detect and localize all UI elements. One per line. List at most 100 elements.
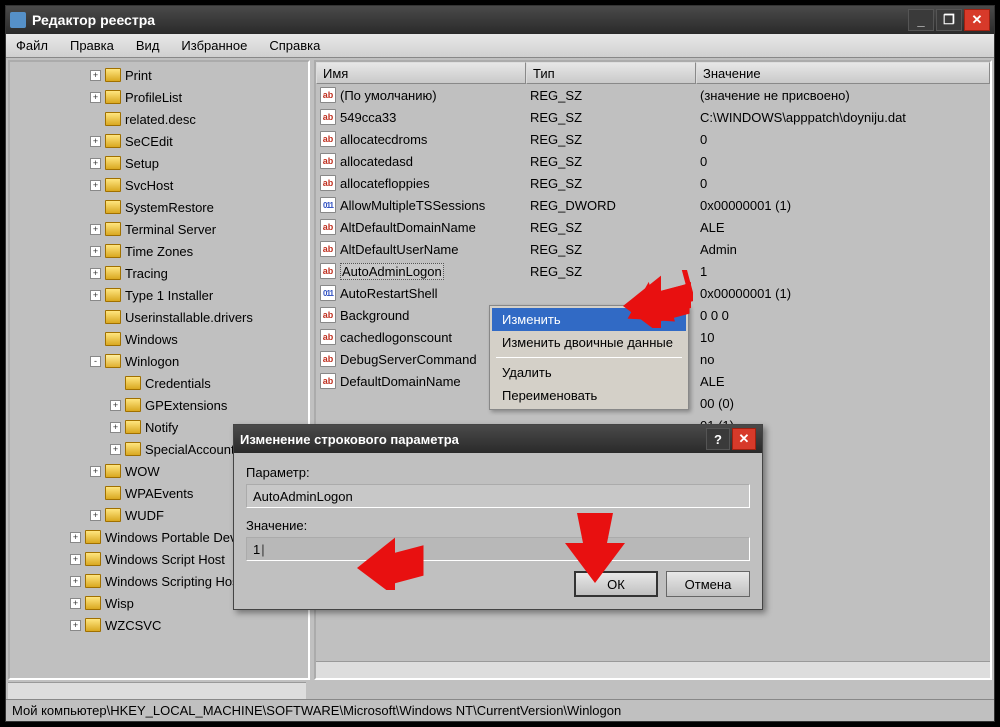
tree-item[interactable]: SystemRestore (10, 196, 308, 218)
tree-item[interactable]: +SeCEdit (10, 130, 308, 152)
tree-item[interactable]: +ProfileList (10, 86, 308, 108)
expand-icon[interactable]: + (90, 158, 101, 169)
col-value[interactable]: Значение (696, 62, 990, 84)
list-row[interactable]: abAltDefaultUserNameREG_SZAdmin (316, 238, 990, 260)
expand-icon[interactable]: + (70, 532, 81, 543)
string-value-icon: ab (320, 131, 336, 147)
tree-item[interactable]: + Setup (10, 152, 308, 174)
list-row[interactable]: 011AutoRestartShell0x00000001 (1) (316, 282, 990, 304)
row-value: Admin (696, 242, 990, 257)
expand-icon[interactable]: + (90, 268, 101, 279)
ctx-delete[interactable]: Удалить (492, 361, 686, 384)
tree-item-label: Userinstallable.drivers (125, 310, 253, 325)
expand-icon[interactable]: + (90, 246, 101, 257)
tree-item-label: related.desc (125, 112, 196, 127)
expand-icon[interactable]: + (70, 620, 81, 631)
tree-item[interactable]: Userinstallable.drivers (10, 306, 308, 328)
expand-icon[interactable]: + (90, 136, 101, 147)
expand-icon[interactable]: + (90, 180, 101, 191)
row-name: AltDefaultDomainName (340, 220, 476, 235)
tree-item-label: WZCSVC (105, 618, 161, 633)
tree-item[interactable]: related.desc (10, 108, 308, 130)
list-row[interactable]: abAutoAdminLogonREG_SZ1 (316, 260, 990, 282)
col-type[interactable]: Тип (526, 62, 696, 84)
tree-item[interactable]: +GPExtensions (10, 394, 308, 416)
tree-item[interactable]: +Tracing (10, 262, 308, 284)
folder-icon (105, 112, 121, 126)
minimize-button[interactable]: _ (908, 9, 934, 31)
tree-item[interactable]: Credentials (10, 372, 308, 394)
string-value-icon: ab (320, 351, 336, 367)
tree-item[interactable]: Windows (10, 328, 308, 350)
close-button[interactable]: ✕ (964, 9, 990, 31)
list-row[interactable]: ab(По умолчанию)REG_SZ(значение не присв… (316, 84, 990, 106)
expand-icon[interactable]: + (90, 510, 101, 521)
param-label: Параметр: (246, 465, 750, 480)
value-field[interactable]: 1 (246, 537, 750, 561)
statusbar: Мой компьютер\HKEY_LOCAL_MACHINE\SOFTWAR… (6, 699, 994, 721)
expand-icon[interactable]: + (90, 224, 101, 235)
folder-icon (105, 244, 121, 258)
tree-item[interactable]: - Winlogon (10, 350, 308, 372)
dialog-help-button[interactable]: ? (706, 428, 730, 450)
tree-item[interactable]: +Time Zones (10, 240, 308, 262)
row-name: (По умолчанию) (340, 88, 437, 103)
maximize-button[interactable]: ❐ (936, 9, 962, 31)
expand-icon[interactable]: + (110, 400, 121, 411)
menu-favorites[interactable]: Избранное (177, 36, 251, 55)
row-value: C:\WINDOWS\apppatch\doyniju.dat (696, 110, 990, 125)
tree-item-label: SpecialAccounts (145, 442, 241, 457)
list-row[interactable]: 011AllowMultipleTSSessionsREG_DWORD0x000… (316, 194, 990, 216)
expand-icon[interactable]: + (90, 290, 101, 301)
collapse-icon[interactable]: - (90, 356, 101, 367)
expand-icon[interactable]: + (70, 576, 81, 587)
expand-icon[interactable]: + (110, 422, 121, 433)
tree-item-label: Setup (125, 156, 159, 171)
edit-string-dialog: Изменение строкового параметра ? ✕ Парам… (233, 424, 763, 610)
tree-item-label: Type 1 Installer (125, 288, 213, 303)
expand-icon[interactable]: + (90, 92, 101, 103)
list-row[interactable]: aballocatecdromsREG_SZ0 (316, 128, 990, 150)
col-name[interactable]: Имя (316, 62, 526, 84)
menu-file[interactable]: Файл (12, 36, 52, 55)
dialog-close-button[interactable]: ✕ (732, 428, 756, 450)
menu-view[interactable]: Вид (132, 36, 164, 55)
binary-value-icon: 011 (320, 285, 336, 301)
tree-item[interactable]: + WZCSVC (10, 614, 308, 636)
ctx-modify-binary[interactable]: Изменить двоичные данные (492, 331, 686, 354)
folder-icon (125, 376, 141, 390)
cancel-button[interactable]: Отмена (666, 571, 750, 597)
expand-icon[interactable]: + (70, 554, 81, 565)
expand-icon[interactable]: + (70, 598, 81, 609)
folder-icon (125, 398, 141, 412)
tree-item[interactable]: +SvcHost (10, 174, 308, 196)
ctx-modify[interactable]: Изменить (492, 308, 686, 331)
expand-icon[interactable]: + (90, 70, 101, 81)
list-row[interactable]: abAltDefaultDomainNameREG_SZALE (316, 216, 990, 238)
tree-item[interactable]: +Print (10, 64, 308, 86)
tree-item[interactable]: +Terminal Server (10, 218, 308, 240)
menu-edit[interactable]: Правка (66, 36, 118, 55)
ctx-rename[interactable]: Переименовать (492, 384, 686, 407)
row-type: REG_SZ (526, 242, 696, 257)
folder-icon (85, 530, 101, 544)
tree-item-label: Winlogon (125, 354, 179, 369)
tree-item[interactable]: + Type 1 Installer (10, 284, 308, 306)
list-row[interactable]: aballocatedasdREG_SZ0 (316, 150, 990, 172)
ok-button[interactable]: ОК (574, 571, 658, 597)
expand-icon[interactable]: + (90, 466, 101, 477)
row-value: 0 (696, 132, 990, 147)
list-row[interactable]: ab549cca33REG_SZC:\WINDOWS\apppatch\doyn… (316, 106, 990, 128)
tree-hscroll[interactable] (8, 682, 306, 699)
app-icon (10, 12, 26, 28)
menu-help[interactable]: Справка (265, 36, 324, 55)
row-name: 549cca33 (340, 110, 396, 125)
folder-icon (105, 68, 121, 82)
folder-icon (105, 266, 121, 280)
list-row[interactable]: aballocatefloppiesREG_SZ0 (316, 172, 990, 194)
row-name: allocatefloppies (340, 176, 430, 191)
expand-icon[interactable]: + (110, 444, 121, 455)
folder-icon (85, 574, 101, 588)
list-hscroll[interactable] (316, 661, 990, 678)
string-value-icon: ab (320, 373, 336, 389)
